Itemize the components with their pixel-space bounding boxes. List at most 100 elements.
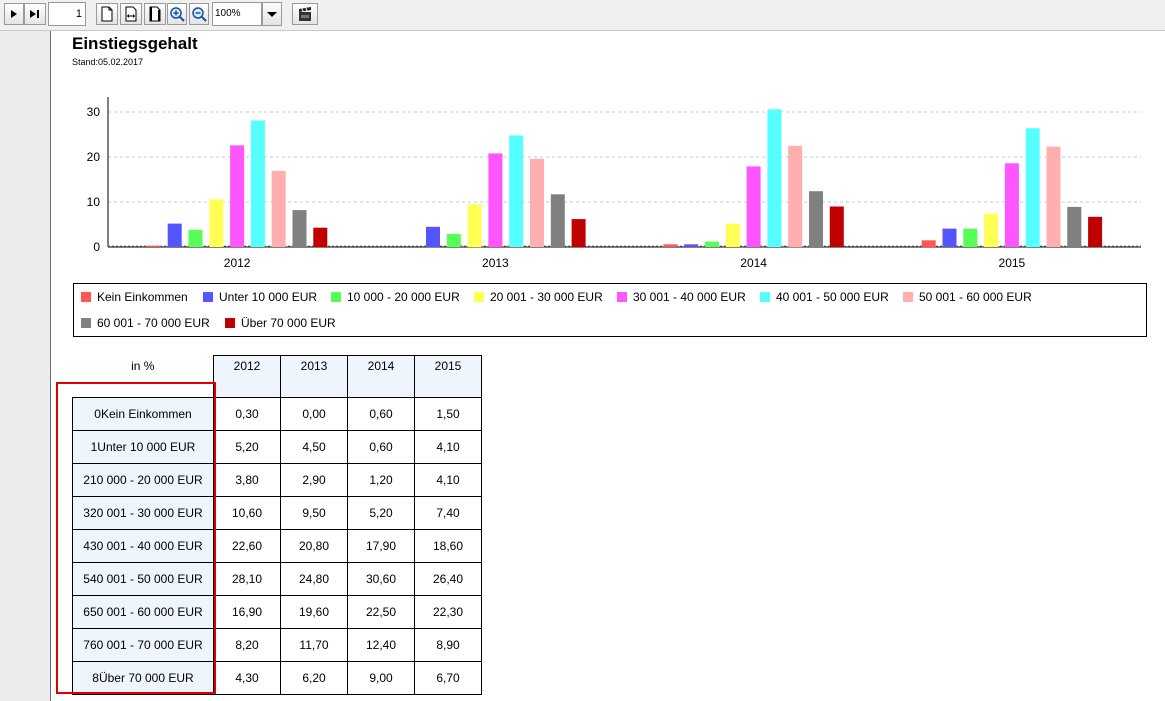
- page-height-icon: [149, 6, 161, 22]
- export-button[interactable]: [292, 3, 318, 25]
- y-tick-label: 30: [87, 105, 101, 119]
- page-number-input[interactable]: 1: [48, 2, 86, 26]
- table-cell: 12,40: [347, 628, 415, 662]
- page-height-button[interactable]: [144, 3, 166, 25]
- bar-chart: 0 10 20 30 2012 2013 2014 2015: [87, 97, 1141, 270]
- bar: [530, 158, 544, 247]
- bar: [725, 223, 740, 247]
- zoom-dropdown-button[interactable]: [262, 2, 282, 26]
- whole-page-button[interactable]: [96, 3, 118, 25]
- bar: [550, 194, 565, 247]
- zoom-in-button[interactable]: [167, 3, 187, 25]
- bar: [788, 145, 803, 248]
- legend-swatch: [617, 292, 627, 302]
- clapperboard-icon: [299, 7, 311, 21]
- column-header: 2013: [280, 355, 348, 398]
- legend-label: 40 001 - 50 000 EUR: [776, 290, 889, 304]
- legend-item: 60 001 - 70 000 EUR: [81, 316, 210, 330]
- bar: [292, 210, 307, 247]
- bar: [1025, 128, 1040, 247]
- table-cell: 11,70: [280, 628, 348, 662]
- x-tick-label: 2013: [482, 256, 509, 270]
- table-cell: 4,30: [213, 661, 281, 695]
- table-cell: 0,60: [347, 430, 415, 464]
- legend-swatch: [760, 292, 770, 302]
- table-cell: 20,80: [280, 529, 348, 563]
- table-cell: 26,40: [414, 562, 482, 596]
- y-tick-label: 0: [93, 240, 100, 254]
- table-cell: 22,60: [213, 529, 281, 563]
- legend-label: 20 001 - 30 000 EUR: [490, 290, 603, 304]
- side-panel: [0, 31, 51, 701]
- table-cell: 0,30: [213, 397, 281, 431]
- legend-swatch: [225, 318, 235, 328]
- bar: [209, 199, 224, 247]
- table-cell: 9,50: [280, 496, 348, 530]
- bar: [146, 245, 161, 247]
- page-width-icon: [125, 6, 137, 22]
- table-cell: 1,50: [414, 397, 482, 431]
- table-cell: 8,90: [414, 628, 482, 662]
- bar: [1046, 146, 1061, 247]
- column-header: 2015: [414, 355, 482, 398]
- legend-label: 10 000 - 20 000 EUR: [347, 290, 460, 304]
- bar: [571, 219, 586, 247]
- page-icon: [101, 6, 113, 22]
- bar: [271, 170, 286, 247]
- table-cell: 9,00: [347, 661, 415, 695]
- table-cell: 19,60: [280, 595, 348, 629]
- legend-swatch: [474, 292, 484, 302]
- legend-label: 60 001 - 70 000 EUR: [97, 316, 210, 330]
- table-cell: 4,50: [280, 430, 348, 464]
- bar: [426, 226, 440, 248]
- legend-item: Über 70 000 EUR: [225, 316, 336, 330]
- bar: [446, 233, 461, 247]
- bar: [230, 145, 245, 247]
- highlight-box: [56, 382, 216, 694]
- bar: [663, 244, 678, 247]
- table-cell: 24,80: [280, 562, 348, 596]
- bar: [188, 229, 203, 247]
- table-cell: 16,90: [213, 595, 281, 629]
- bar: [488, 153, 503, 247]
- table-cell: 5,20: [347, 496, 415, 530]
- bar: [746, 166, 761, 247]
- legend-label: Unter 10 000 EUR: [219, 290, 318, 304]
- table-cell: 10,60: [213, 496, 281, 530]
- last-page-button[interactable]: [24, 3, 46, 25]
- legend-item: Kein Einkommen: [81, 290, 188, 304]
- column-header: 2014: [347, 355, 415, 398]
- table-cell: 2,90: [280, 463, 348, 497]
- report-viewer-toolbar: 1 100%: [0, 0, 1165, 31]
- table-cell: 18,60: [414, 529, 482, 563]
- zoom-out-button[interactable]: [189, 3, 209, 25]
- x-tick-label: 2012: [224, 256, 251, 270]
- legend-item: Unter 10 000 EUR: [203, 290, 317, 304]
- table-cell: 3,80: [213, 463, 281, 497]
- table-cell: 28,10: [213, 562, 281, 596]
- table-cell: 4,10: [414, 463, 482, 497]
- bar: [167, 223, 182, 247]
- legend-swatch: [903, 292, 913, 302]
- table-cell: 6,20: [280, 661, 348, 695]
- bar: [984, 213, 999, 247]
- table-cell: 7,40: [414, 496, 482, 530]
- table-cell: 0,00: [280, 397, 348, 431]
- play-button[interactable]: [4, 3, 24, 25]
- bar: [1088, 216, 1103, 247]
- legend-item: 10 000 - 20 000 EUR: [331, 290, 460, 304]
- page-width-button[interactable]: [120, 3, 142, 25]
- report-page: Einstiegsgehalt Stand:05.02.2017 0 10 20 30…: [51, 31, 1165, 701]
- column-header: 2012: [213, 355, 281, 398]
- legend-swatch: [331, 292, 341, 302]
- table-cell: 22,50: [347, 595, 415, 629]
- bar: [684, 244, 699, 247]
- bar: [1004, 163, 1019, 247]
- legend-swatch: [81, 318, 91, 328]
- play-icon: [11, 10, 17, 18]
- zoom-input[interactable]: 100%: [212, 2, 262, 26]
- legend-label: Kein Einkommen: [97, 290, 188, 304]
- table-cell: 4,10: [414, 430, 482, 464]
- table-cell: 6,70: [414, 661, 482, 695]
- table-cell: 0,60: [347, 397, 415, 431]
